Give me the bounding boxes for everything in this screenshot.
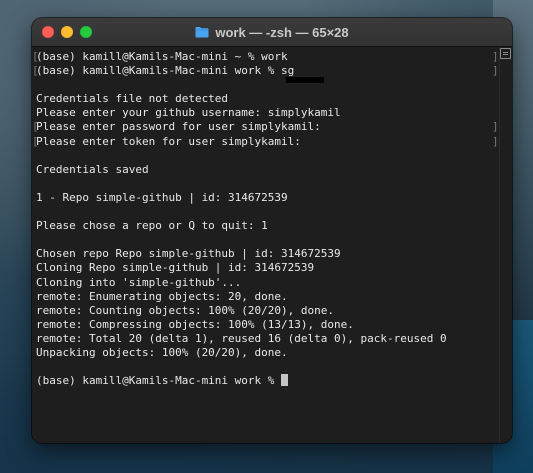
mark-bracket-right: ] <box>492 50 499 63</box>
terminal-line: Cloning into 'simple-github'... <box>36 276 500 290</box>
terminal-line-text: Please chose a repo or Q to quit: 1 <box>36 219 268 233</box>
terminal-line: Credentials saved <box>36 163 500 177</box>
terminal-line-text: Credentials file not detected <box>36 92 229 106</box>
terminal-line-text: Cloning Repo simple-github | id: 3146725… <box>36 261 315 275</box>
terminal-line: Chosen repo Repo simple-github | id: 314… <box>36 247 500 261</box>
terminal-window[interactable]: work — -zsh — 65×28 [(base) kamill@Kamil… <box>32 18 512 443</box>
terminal-line-text: Please enter token for user simplykamil: <box>36 134 301 148</box>
terminal-line-text: Unpacking objects: 100% (20/20), done. <box>36 345 288 359</box>
scroll-indicator-icon[interactable] <box>500 48 511 59</box>
terminal-line: remote: Compressing objects: 100% (13/13… <box>36 318 500 332</box>
scrollbar[interactable] <box>499 47 512 443</box>
folder-icon <box>195 26 209 38</box>
mark-bracket-left: [ <box>32 50 39 63</box>
terminal-line-text: Cloning into 'simple-github'... <box>36 275 242 289</box>
window-title-group: work — -zsh — 65×28 <box>32 18 512 46</box>
terminal-output[interactable]: [(base) kamill@Kamils-Mac-mini ~ % work]… <box>32 47 500 443</box>
terminal-line: remote: Enumerating objects: 20, done. <box>36 290 500 304</box>
terminal-line: Please enter your github username: simpl… <box>36 106 500 120</box>
text-cursor[interactable] <box>281 374 289 387</box>
terminal-line: remote: Total 20 (delta 1), reused 16 (d… <box>36 332 500 346</box>
terminal-line-text: Credentials saved <box>36 162 149 176</box>
terminal-line-text: (base) kamill@Kamils-Mac-mini work % <box>36 374 282 388</box>
terminal-line-text: (base) kamill@Kamils-Mac-mini ~ % work <box>36 50 288 63</box>
terminal-line: [(base) kamill@Kamils-Mac-mini work % sg… <box>32 64 500 84</box>
terminal-line: Credentials file not detected <box>36 92 500 106</box>
terminal-line-text: (base) kamill@Kamils-Mac-mini work % sg <box>36 64 295 78</box>
title-bar[interactable]: work — -zsh — 65×28 <box>32 18 512 47</box>
terminal-line-text: remote: Total 20 (delta 1), reused 16 (d… <box>36 331 447 345</box>
terminal-line-text: remote: Compressing objects: 100% (13/13… <box>36 317 354 331</box>
terminal-line: Please chose a repo or Q to quit: 1 <box>36 219 500 233</box>
window-title: work — -zsh — 65×28 <box>215 24 349 40</box>
terminal-line-text: Please enter password for user simplykam… <box>36 120 321 134</box>
mark-bracket-left: [ <box>32 134 39 148</box>
terminal-line-text: 1 - Repo simple-github | id: 314672539 <box>36 190 288 204</box>
terminal-line: [Please enter token for user simplykamil… <box>32 134 500 149</box>
terminal-line: Unpacking objects: 100% (20/20), done. <box>36 346 500 360</box>
mark-bracket-right: ] <box>492 134 499 148</box>
terminal-line: [(base) kamill@Kamils-Mac-mini ~ % work] <box>32 50 500 64</box>
terminal-line: [Please enter password for user simplyka… <box>32 120 500 134</box>
terminal-line-text: Please enter your github username: simpl… <box>36 106 341 120</box>
mark-bracket-right: ] <box>492 64 499 78</box>
terminal-line-text: remote: Enumerating objects: 20, done. <box>36 289 288 303</box>
terminal-line: Cloning Repo simple-github | id: 3146725… <box>36 261 500 275</box>
terminal-line-text: remote: Counting objects: 100% (20/20), … <box>36 303 335 317</box>
terminal-line: remote: Counting objects: 100% (20/20), … <box>36 304 500 318</box>
mark-bracket-left: [ <box>32 120 39 134</box>
mark-bracket-left: [ <box>32 64 39 78</box>
terminal-line: (base) kamill@Kamils-Mac-mini work % <box>36 374 500 388</box>
terminal-line-text: Chosen repo Repo simple-github | id: 314… <box>36 247 341 261</box>
terminal-line: 1 - Repo simple-github | id: 314672539 <box>36 191 500 205</box>
mark-bracket-right: ] <box>492 120 499 134</box>
